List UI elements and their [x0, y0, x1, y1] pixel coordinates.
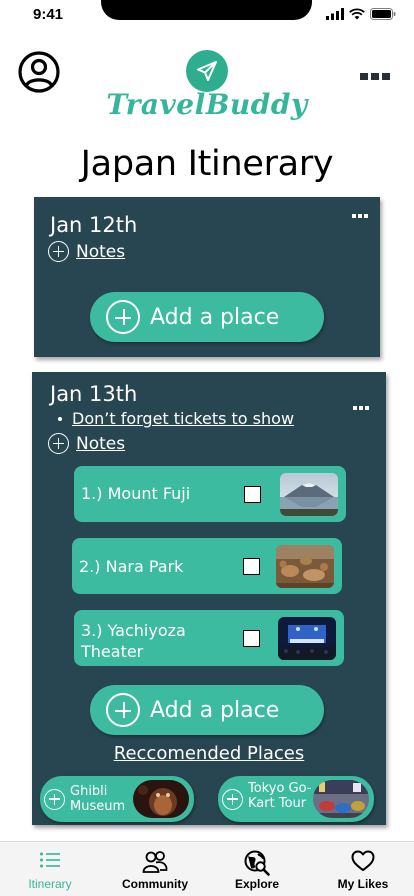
status-time: 9:41	[33, 6, 64, 23]
place-name-line2: Theater	[81, 642, 144, 661]
place-name: 2.) Nara Park	[79, 557, 184, 576]
page-title: Japan Itinerary	[80, 144, 334, 184]
bottom-tab-bar: Itinerary Community Explore My Likes	[0, 841, 414, 896]
add-place-label: Add a place	[150, 304, 280, 330]
notes-label: Notes	[76, 241, 126, 262]
place-checkbox[interactable]	[243, 558, 260, 575]
add-place-label: Add a place	[150, 697, 280, 723]
app-logo: TravelBuddy	[106, 88, 308, 121]
add-place-button[interactable]: Add a place	[90, 292, 324, 342]
day-options-icon[interactable]	[352, 214, 368, 218]
day-card-jan-12: Jan 12th Notes Add a place	[34, 197, 380, 357]
mount-fuji-thumbnail	[280, 473, 338, 516]
place-checkbox[interactable]	[243, 630, 260, 647]
notes-link[interactable]: Notes	[48, 433, 125, 454]
device-notch	[101, 0, 312, 20]
recommended-name-line2: Museum	[70, 799, 126, 814]
place-item-yachiyoza-theater[interactable]: 3.) Yachiyoza Theater	[74, 610, 344, 666]
recommended-name: Tokyo Go- Kart Tour	[248, 781, 312, 811]
paper-plane-icon	[197, 61, 217, 81]
list-icon	[40, 852, 60, 868]
go-kart-thumbnail	[313, 780, 369, 818]
tab-label: Itinerary	[28, 877, 72, 891]
tab-itinerary[interactable]: Itinerary	[0, 842, 100, 896]
place-checkbox[interactable]	[244, 486, 261, 503]
tab-label: Community	[122, 877, 188, 891]
tab-label: Explore	[234, 877, 279, 891]
theater-thumbnail	[278, 617, 336, 660]
add-recommended-icon[interactable]	[222, 788, 243, 810]
recommended-item-tokyo-go-kart[interactable]: Tokyo Go- Kart Tour	[218, 776, 374, 822]
more-menu-icon[interactable]	[360, 73, 390, 80]
recommended-name-line1: Tokyo Go-	[248, 781, 312, 796]
status-icons	[326, 8, 396, 20]
tab-community[interactable]: Community	[105, 842, 205, 896]
add-notes-icon	[48, 241, 69, 262]
recommended-name-line1: Ghibli	[70, 784, 108, 799]
day-card-jan-13: Jan 13th Don’t forget tickets to show No…	[32, 372, 386, 825]
nara-park-thumbnail	[276, 545, 334, 588]
globe-search-icon	[244, 850, 270, 876]
place-name-line1: 3.) Yachiyoza	[81, 621, 186, 640]
wifi-icon	[349, 8, 365, 20]
notes-label: Notes	[76, 433, 126, 454]
heart-icon	[351, 850, 375, 871]
status-bar: 9:41	[0, 0, 414, 30]
recommended-item-ghibli-museum[interactable]: Ghibli Museum	[40, 776, 194, 822]
reminder-note[interactable]: Don’t forget tickets to show	[58, 409, 294, 428]
notes-link[interactable]: Notes	[48, 241, 125, 262]
reminder-text: Don’t forget tickets to show	[72, 409, 295, 428]
tab-explore[interactable]: Explore	[207, 842, 307, 896]
add-notes-icon	[48, 433, 69, 454]
place-item-mount-fuji[interactable]: 1.) Mount Fuji	[74, 466, 346, 522]
people-icon	[142, 851, 168, 873]
plus-circle-icon	[106, 300, 140, 334]
add-place-button[interactable]: Add a place	[90, 685, 324, 735]
recommended-places-title[interactable]: Reccomended Places	[32, 743, 386, 764]
day-date: Jan 12th	[50, 213, 138, 237]
day-options-icon[interactable]	[353, 406, 369, 410]
ghibli-museum-thumbnail	[133, 780, 189, 818]
place-name: 3.) Yachiyoza Theater	[81, 620, 186, 662]
recommended-name: Ghibli Museum	[70, 784, 125, 814]
day-date: Jan 13th	[50, 382, 138, 406]
plus-circle-icon	[106, 693, 140, 727]
add-recommended-icon[interactable]	[44, 788, 65, 810]
place-name: 1.) Mount Fuji	[81, 484, 191, 503]
bullet-icon	[58, 416, 62, 421]
place-item-nara-park[interactable]: 2.) Nara Park	[72, 538, 342, 594]
signal-icon	[326, 8, 344, 20]
battery-icon	[370, 8, 396, 20]
tab-label: My Likes	[337, 877, 389, 891]
recommended-name-line2: Kart Tour	[248, 796, 307, 811]
logo-badge	[186, 50, 228, 92]
profile-icon[interactable]	[18, 51, 60, 93]
tab-my-likes[interactable]: My Likes	[313, 842, 413, 896]
